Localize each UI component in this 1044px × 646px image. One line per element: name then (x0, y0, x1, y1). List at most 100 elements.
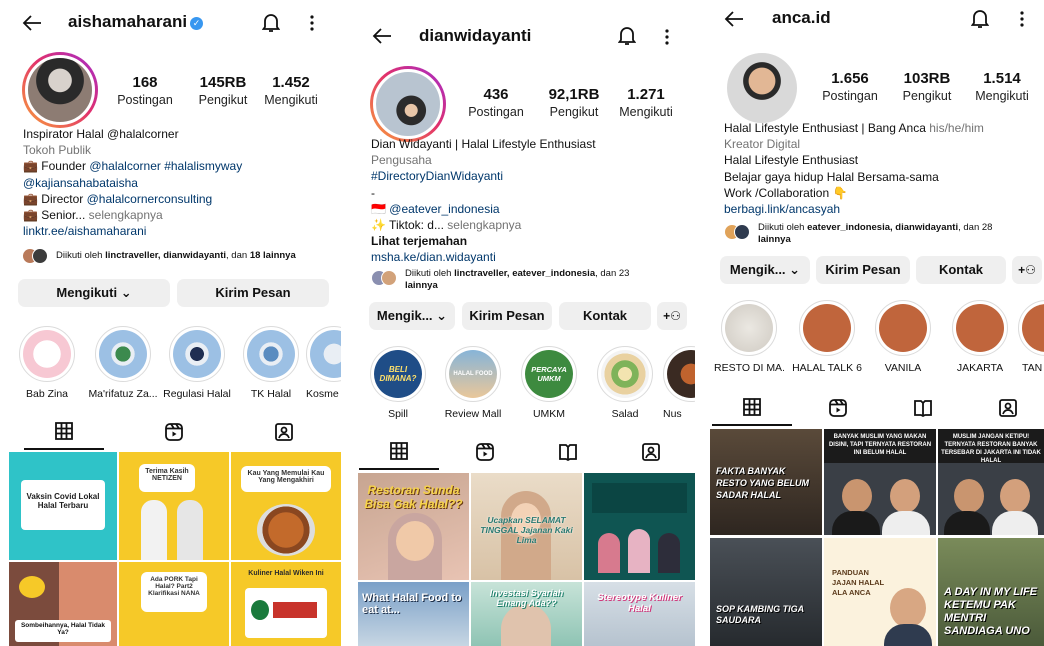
tab-reels[interactable] (134, 414, 214, 450)
post-thumbnail[interactable]: Investasi Syariah Emang Ada?? (471, 582, 582, 646)
contact-button[interactable]: Kontak (559, 302, 651, 330)
tab-tagged[interactable] (968, 390, 1044, 426)
stat-following[interactable]: 1.452 Mengikuti (258, 74, 324, 107)
post-thumbnail[interactable]: Ucapkan SELAMAT TINGGAL Jajanan Kaki Lim… (471, 473, 582, 580)
profile-panel-anca: anca.id 1.656 Postingan 103RB Pengikut 1.5… (708, 0, 1044, 646)
bio-hashtag[interactable]: #DirectoryDianWidayanti (371, 168, 691, 184)
highlight[interactable]: Regulasi Halal (162, 326, 232, 400)
following-button[interactable]: Mengikuti ⌄ (18, 279, 170, 307)
highlight[interactable]: Ma'rifatuz Za... (88, 326, 158, 400)
suggest-people-button[interactable]: +⚇ (657, 302, 687, 330)
post-thumbnail[interactable]: PANDUAN JAJAN HALAL ALA ANCA (824, 538, 936, 646)
highlight[interactable]: PERCAYA UMKM UMKM (514, 346, 584, 420)
see-more-link[interactable]: selengkapnya (89, 208, 163, 222)
message-button[interactable]: Kirim Pesan (462, 302, 552, 330)
following-button[interactable]: Mengik... ⌄ (369, 302, 455, 330)
tab-tagged[interactable] (611, 434, 691, 470)
post-thumbnail[interactable]: BANYAK MUSLIM YANG MAKAN DISINI, TAPI TE… (824, 429, 936, 535)
bio-mention[interactable]: @halalcornerconsulting (87, 192, 213, 206)
tab-grid[interactable] (359, 434, 439, 470)
post-thumbnail[interactable]: SOP KAMBING TIGA SAUDARA (710, 538, 822, 646)
post-thumbnail[interactable]: Kuliner Halal Wiken Ini (231, 562, 341, 646)
post-thumbnail[interactable]: Kau Yang Memulai Kau Yang Mengakhiri (231, 452, 341, 560)
highlight[interactable]: HALAL FOOD Review Mall (438, 346, 508, 420)
tab-guides[interactable] (883, 390, 963, 426)
post-thumbnail[interactable]: Restoran Sunda Bisa Gak Halal?? (358, 473, 469, 580)
highlight[interactable]: VANILA (868, 300, 938, 374)
bell-icon[interactable] (618, 26, 636, 46)
bell-icon[interactable] (262, 13, 280, 33)
tab-grid[interactable] (712, 390, 792, 426)
highlight[interactable]: RESTO DI MA... (714, 300, 784, 374)
post-thumbnail[interactable]: Stereotype Kuliner Halal (584, 582, 695, 646)
tagged-icon (275, 423, 293, 441)
more-options-icon[interactable] (1019, 10, 1025, 28)
message-button[interactable]: Kirim Pesan (177, 279, 329, 307)
followed-by[interactable]: Diikuti oleh linctraveller, dianwidayant… (22, 248, 332, 264)
highlight[interactable]: TK Halal (236, 326, 306, 400)
bio-line: 💼 Senior... selengkapnya (23, 208, 163, 223)
profile-panel-aishamaharani: aishamaharani ✓ 168 Postingan 145RB Pengiku… (0, 0, 341, 646)
follower-avatar (381, 270, 397, 286)
stat-posts[interactable]: 168 Postingan (110, 74, 180, 107)
post-thumbnail[interactable]: Sombeihannya, Halal Tidak Ya? (9, 562, 117, 646)
stat-following[interactable]: 1.271 Mengikuti (613, 86, 679, 119)
highlight[interactable]: Salad (590, 346, 660, 420)
followed-by[interactable]: Diikuti oleh eatever_indonesia, dianwida… (724, 222, 1036, 246)
bio-pronoun: his/he/him (925, 121, 984, 135)
profile-bio: Dian Widayanti | Halal Lifestyle Enthusi… (371, 136, 691, 266)
stat-posts[interactable]: 1.656 Postingan (815, 70, 885, 103)
post-thumbnail[interactable]: What Halal Food to eat at... (358, 582, 469, 646)
profile-username: dianwidayanti (419, 26, 532, 45)
stat-followers[interactable]: 103RB Pengikut (891, 70, 963, 103)
bio-link[interactable]: msha.ke/dian.widayanti (371, 249, 691, 265)
highlight[interactable]: HALAL TALK 6 (792, 300, 862, 374)
bio-mention[interactable]: @halalcorner #halalismyway (89, 159, 242, 173)
following-button[interactable]: Mengik... ⌄ (720, 256, 810, 284)
bio-link[interactable]: berbagi.link/ancasyah (724, 201, 1042, 217)
tab-tagged[interactable] (244, 414, 324, 450)
highlight[interactable]: Nus (663, 346, 695, 420)
stat-followers[interactable]: 92,1RB Pengikut (538, 86, 610, 119)
tab-reels[interactable] (798, 390, 878, 426)
highlight[interactable]: Bab Zina (12, 326, 82, 400)
post-thumbnail[interactable]: MUSLIM JANGAN KETIPU! TERNYATA RESTORAN … (938, 429, 1044, 535)
bio-link[interactable]: linktr.ee/aishamaharani (23, 223, 338, 239)
highlight[interactable]: TAN (1018, 300, 1044, 374)
bio-mention[interactable]: @kajiansahabataisha (23, 175, 338, 191)
bio-name: Dian Widayanti | Halal Lifestyle Enthusi… (371, 137, 596, 151)
more-options-icon[interactable] (309, 14, 315, 32)
profile-avatar[interactable] (370, 66, 446, 142)
tab-guides[interactable] (528, 434, 608, 470)
stat-posts[interactable]: 436 Postingan (461, 86, 531, 119)
followed-by[interactable]: Diikuti oleh linctraveller, eatever_indo… (371, 268, 681, 292)
post-thumbnail[interactable]: Vaksin Covid Lokal Halal Terbaru (9, 452, 117, 560)
bio-mention[interactable]: @eatever_indonesia (389, 202, 499, 216)
profile-avatar[interactable] (724, 50, 800, 126)
suggest-people-button[interactable]: +⚇ (1012, 256, 1042, 284)
back-arrow-icon[interactable] (724, 10, 744, 28)
message-button[interactable]: Kirim Pesan (816, 256, 910, 284)
bell-icon[interactable] (971, 9, 989, 29)
tab-grid[interactable] (24, 414, 104, 450)
more-options-icon[interactable] (664, 28, 670, 46)
bio-line: 💼 Director @halalcornerconsulting (23, 191, 213, 206)
highlight[interactable]: Kosme (306, 326, 341, 400)
chevron-down-icon: ⌄ (436, 308, 448, 323)
post-thumbnail[interactable] (584, 473, 695, 580)
post-thumbnail[interactable]: Terima Kasih NETIZEN (119, 452, 229, 560)
contact-button[interactable]: Kontak (916, 256, 1006, 284)
back-arrow-icon[interactable] (372, 27, 392, 45)
tab-reels[interactable] (445, 434, 525, 470)
see-more-link[interactable]: selengkapnya (447, 218, 521, 232)
highlight[interactable]: JAKARTA (945, 300, 1015, 374)
highlight[interactable]: BELI DIMANA? Spill (363, 346, 433, 420)
stat-followers[interactable]: 145RB Pengikut (187, 74, 259, 107)
post-thumbnail[interactable]: A DAY IN MY LIFE KETEMU PAK MENTRI SANDI… (938, 538, 1044, 646)
profile-avatar[interactable] (22, 52, 98, 128)
see-translation-link[interactable]: Lihat terjemahan (371, 233, 691, 249)
post-thumbnail[interactable]: FAKTA BANYAK RESTO YANG BELUM SADAR HALA… (710, 429, 822, 535)
post-thumbnail[interactable]: Ada PORK Tapi Halal? Part2 Klarifikasi N… (119, 562, 229, 646)
back-arrow-icon[interactable] (22, 14, 42, 32)
stat-following[interactable]: 1.514 Mengikuti (968, 70, 1036, 103)
